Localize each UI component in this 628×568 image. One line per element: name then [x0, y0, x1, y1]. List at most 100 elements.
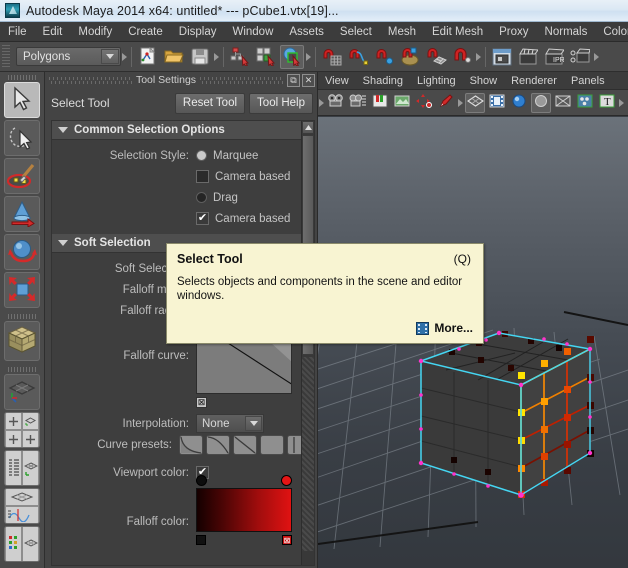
bookmarks-button[interactable]	[370, 93, 390, 113]
use-default-lighting-button[interactable]	[531, 92, 551, 113]
curve-point-marker-button[interactable]: ⊠	[196, 397, 207, 408]
move-tool-button[interactable]	[4, 196, 40, 232]
section-collapse-arrow-5[interactable]	[593, 52, 600, 61]
panel-grip-right[interactable]	[200, 76, 283, 84]
hardware-texturing-button[interactable]	[509, 93, 529, 113]
menu-item-select[interactable]: Select	[332, 22, 380, 41]
panel-grip-left[interactable]	[49, 76, 132, 84]
select-by-hierarchy-button[interactable]	[228, 45, 252, 69]
menu-item-edit-mesh[interactable]: Edit Mesh	[424, 22, 491, 41]
render-globals-button[interactable]	[568, 45, 592, 69]
menu-item-create[interactable]: Create	[120, 22, 171, 41]
menu-item-assets[interactable]: Assets	[281, 22, 332, 41]
menu-item-window[interactable]: Window	[224, 22, 281, 41]
render-current-frame-button[interactable]	[490, 45, 514, 69]
section-collapse-arrow-1[interactable]	[121, 52, 128, 61]
checkbox-camera-based-drag[interactable]: ✔	[196, 212, 209, 225]
snap-to-grid-button[interactable]	[320, 45, 344, 69]
persp-graph-layout-button[interactable]	[4, 488, 40, 524]
frame-common-selection-options[interactable]: Common Selection Options	[52, 121, 314, 140]
xray-joints-button[interactable]	[575, 93, 595, 113]
radio-marquee-label: Marquee	[213, 149, 259, 162]
render-settings-button[interactable]: IPR	[542, 45, 566, 69]
menu-item-display[interactable]: Display	[171, 22, 225, 41]
toolbox-grip[interactable]	[8, 75, 36, 80]
radio-drag[interactable]	[196, 192, 207, 203]
menu-item-modify[interactable]: Modify	[70, 22, 120, 41]
texture-display-button[interactable]: T	[597, 93, 617, 113]
tool-help-button[interactable]: Tool Help	[249, 92, 313, 114]
open-scene-button[interactable]	[162, 45, 186, 69]
select-tool-button[interactable]	[4, 82, 40, 118]
snap-to-point-button[interactable]	[372, 45, 396, 69]
checkbox-camera-based-marquee[interactable]	[196, 170, 209, 183]
snap-to-curve-button[interactable]	[346, 45, 370, 69]
falloff-color-swatch[interactable]	[196, 488, 292, 532]
viewport-menu-shading[interactable]: Shading	[356, 72, 410, 90]
ramp-handle-red[interactable]	[281, 475, 292, 486]
curve-preset-3[interactable]	[233, 435, 257, 455]
menu-item-normals[interactable]: Normals	[537, 22, 596, 41]
single-perspective-layout-button[interactable]	[4, 374, 40, 410]
save-scene-button[interactable]	[188, 45, 212, 69]
lasso-tool-button[interactable]	[4, 120, 40, 156]
hypershade-persp-layout-button[interactable]	[4, 526, 40, 562]
select-camera-button[interactable]	[326, 93, 346, 113]
snap-to-view-plane-button[interactable]	[424, 45, 448, 69]
select-by-object-type-button[interactable]	[254, 45, 278, 69]
snap-to-live-object-button[interactable]	[450, 45, 474, 69]
shadows-button[interactable]	[553, 93, 573, 113]
viewport-menu-lighting[interactable]: Lighting	[410, 72, 463, 90]
rotate-tool-button[interactable]	[4, 234, 40, 270]
viewport-collapse-arrow-1[interactable]	[318, 98, 325, 107]
ramp-position-marker-left[interactable]	[196, 535, 206, 545]
scroll-up-button[interactable]	[302, 121, 314, 134]
falloff-color-ramp[interactable]: ⊠	[196, 475, 292, 545]
menu-item-file[interactable]: File	[0, 22, 35, 41]
camera-attributes-button[interactable]	[348, 93, 368, 113]
viewport-menu-panels[interactable]: Panels	[564, 72, 612, 90]
two-d-pan-zoom-button[interactable]	[414, 93, 434, 113]
menu-item-proxy[interactable]: Proxy	[491, 22, 536, 41]
curve-preset-4[interactable]	[260, 435, 284, 455]
snap-to-projected-center-button[interactable]	[398, 45, 422, 69]
viewport-collapse-arrow-2[interactable]	[457, 98, 464, 107]
four-view-layout-button[interactable]	[4, 412, 40, 448]
ramp-handle-black[interactable]	[196, 475, 207, 486]
curve-preset-1[interactable]	[179, 435, 203, 455]
menu-item-mesh[interactable]: Mesh	[380, 22, 424, 41]
ramp-position-marker-right[interactable]: ⊠	[282, 535, 292, 545]
toolbar-grip[interactable]	[2, 44, 10, 69]
interpolation-arrow[interactable]	[245, 416, 262, 431]
interpolation-dropdown[interactable]: None	[196, 414, 264, 433]
section-collapse-arrow-2[interactable]	[213, 52, 220, 61]
wireframe-shading-button[interactable]	[465, 92, 485, 113]
menu-set-dropdown[interactable]: Polygons	[16, 47, 121, 66]
undock-panel-button[interactable]: ⧉	[287, 73, 300, 87]
reset-tool-button[interactable]: Reset Tool	[174, 92, 246, 114]
smooth-shade-button[interactable]	[487, 93, 507, 113]
ipr-render-button[interactable]	[516, 45, 540, 69]
paint-selection-tool-button[interactable]	[4, 158, 40, 194]
menu-item-color[interactable]: Color	[595, 22, 628, 41]
section-collapse-arrow-3[interactable]	[305, 52, 312, 61]
grease-pencil-button[interactable]	[436, 93, 456, 113]
viewport-menu-show[interactable]: Show	[463, 72, 505, 90]
menu-set-arrow[interactable]	[101, 49, 119, 64]
select-by-component-type-button[interactable]	[280, 44, 304, 69]
outliner-persp-layout-button[interactable]	[4, 450, 40, 486]
radio-marquee[interactable]	[196, 150, 207, 161]
image-plane-button[interactable]	[392, 93, 412, 113]
curve-preset-2[interactable]	[206, 435, 230, 455]
close-panel-button[interactable]: ✕	[302, 73, 315, 87]
viewport-menu-renderer[interactable]: Renderer	[504, 72, 564, 90]
last-tool-used-button[interactable]	[4, 321, 40, 361]
new-scene-button[interactable]	[136, 45, 160, 69]
scrollbar-track[interactable]	[302, 357, 314, 551]
section-collapse-arrow-4[interactable]	[475, 52, 482, 61]
menu-item-edit[interactable]: Edit	[35, 22, 71, 41]
viewport-menu-view[interactable]: View	[318, 72, 356, 90]
tooltip-more-link[interactable]: More...	[416, 321, 473, 335]
viewport-collapse-arrow-3[interactable]	[618, 98, 625, 107]
scale-tool-button[interactable]	[4, 272, 40, 308]
